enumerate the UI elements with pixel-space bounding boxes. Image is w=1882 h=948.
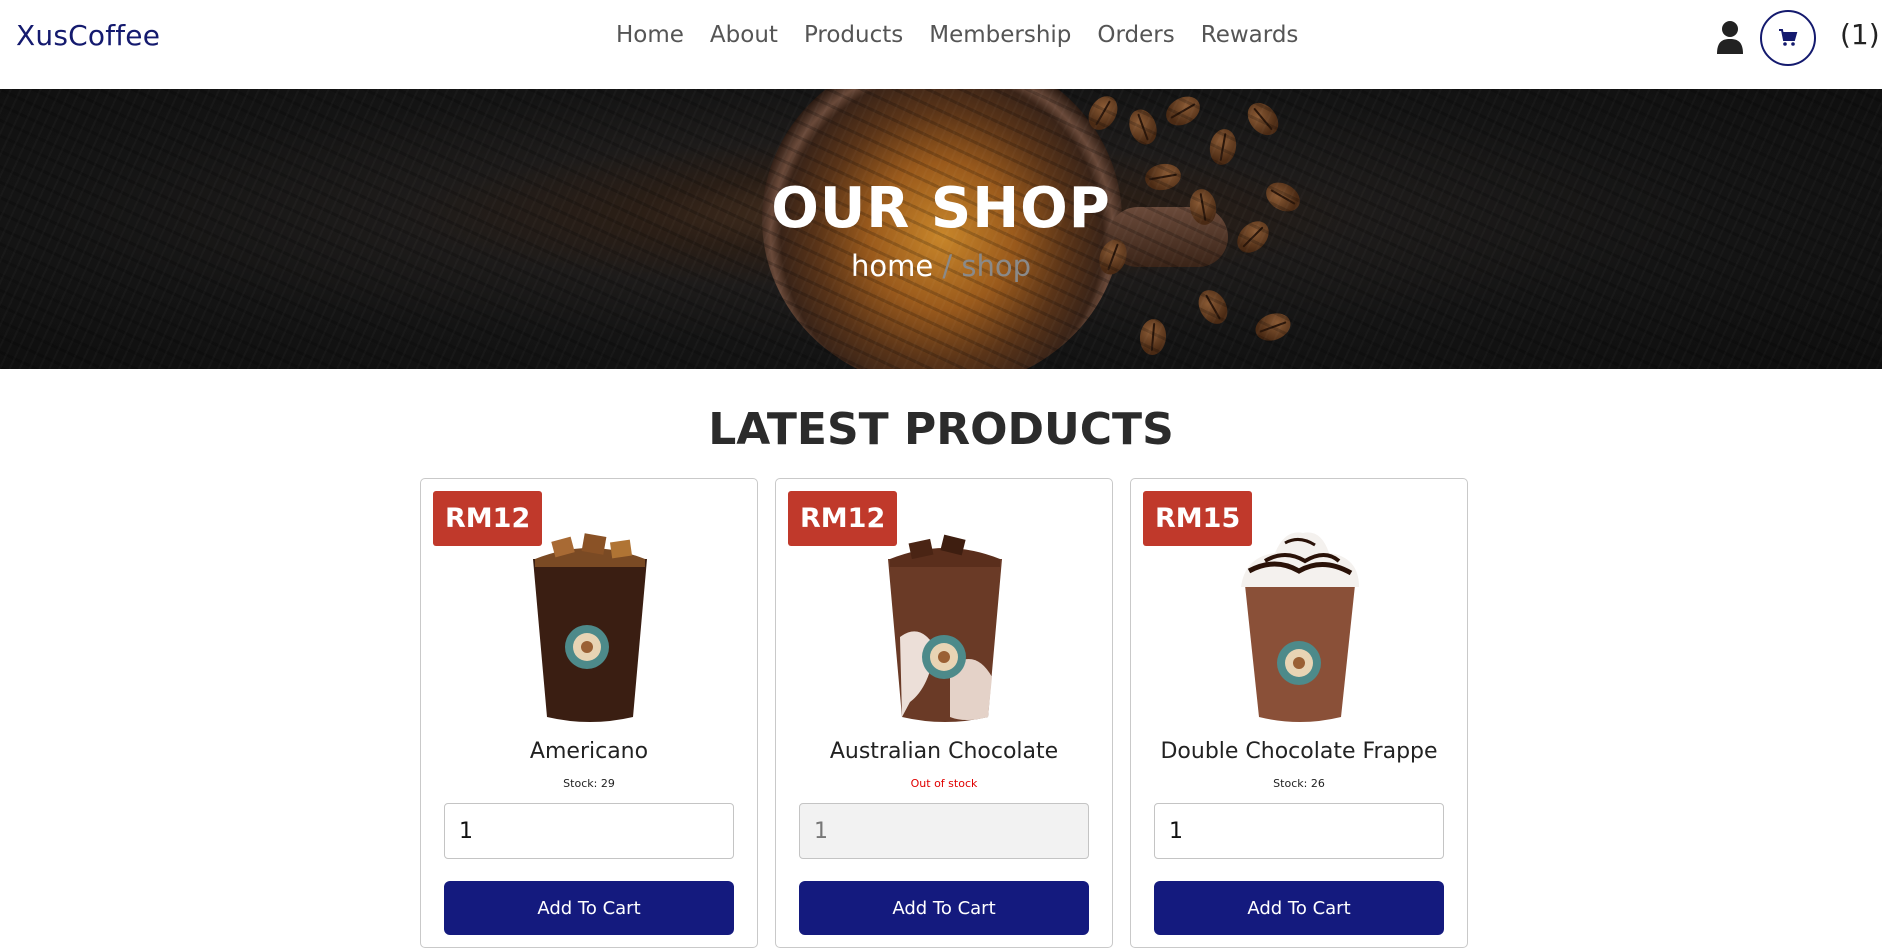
nav-link-products[interactable]: Products <box>791 22 916 48</box>
product-grid: RM12 Americano Stock: 29 Add To Cart RM1… <box>420 478 1468 948</box>
nav-link-orders[interactable]: Orders <box>1084 22 1187 48</box>
stock-label: Out of stock <box>910 777 978 790</box>
section-title: LATEST PRODUCTS <box>708 404 1174 455</box>
cart-count[interactable]: (1) <box>1840 18 1880 51</box>
hero-banner: OUR SHOP home / shop <box>0 89 1882 369</box>
cart-button[interactable] <box>1760 10 1816 66</box>
user-icon[interactable] <box>1716 20 1744 54</box>
add-to-cart-button[interactable]: Add To Cart <box>799 881 1089 935</box>
breadcrumb: home / shop <box>0 249 1882 283</box>
stock-label: Stock: 29 <box>563 777 615 790</box>
nav-link-rewards[interactable]: Rewards <box>1188 22 1312 48</box>
quantity-input[interactable] <box>1154 803 1444 859</box>
nav-link-membership[interactable]: Membership <box>916 22 1084 48</box>
product-card: RM12 Australian Chocolate Out of stock A… <box>775 478 1113 948</box>
product-name: Americano <box>529 739 649 764</box>
australian-chocolate-image <box>888 534 1002 722</box>
product-card: RM15 Double Chocolate Frappe Stock: 26 A… <box>1130 478 1468 948</box>
americano-image <box>533 533 647 722</box>
quantity-input[interactable] <box>799 803 1089 859</box>
product-card: RM12 Americano Stock: 29 Add To Cart <box>420 478 758 948</box>
product-name: Double Chocolate Frappe <box>1160 739 1438 764</box>
nav-links: Home About Products Membership Orders Re… <box>603 22 1311 48</box>
breadcrumb-home-link[interactable]: home <box>851 249 933 283</box>
cart-icon <box>1779 29 1798 46</box>
nav-link-home[interactable]: Home <box>603 22 697 48</box>
navbar: XusCoffee Home About Products Membership… <box>0 0 1882 89</box>
hero-title: OUR SHOP <box>771 176 1111 241</box>
quantity-input[interactable] <box>444 803 734 859</box>
breadcrumb-current: shop <box>961 249 1032 283</box>
stock-label: Stock: 26 <box>1273 777 1325 790</box>
nav-link-about[interactable]: About <box>697 22 791 48</box>
add-to-cart-button[interactable]: Add To Cart <box>444 881 734 935</box>
brand-logo[interactable]: XusCoffee <box>16 19 160 52</box>
product-name: Australian Chocolate <box>829 739 1059 764</box>
add-to-cart-button[interactable]: Add To Cart <box>1154 881 1444 935</box>
double-chocolate-frappe-image <box>1241 532 1359 722</box>
breadcrumb-separator: / <box>942 249 953 283</box>
